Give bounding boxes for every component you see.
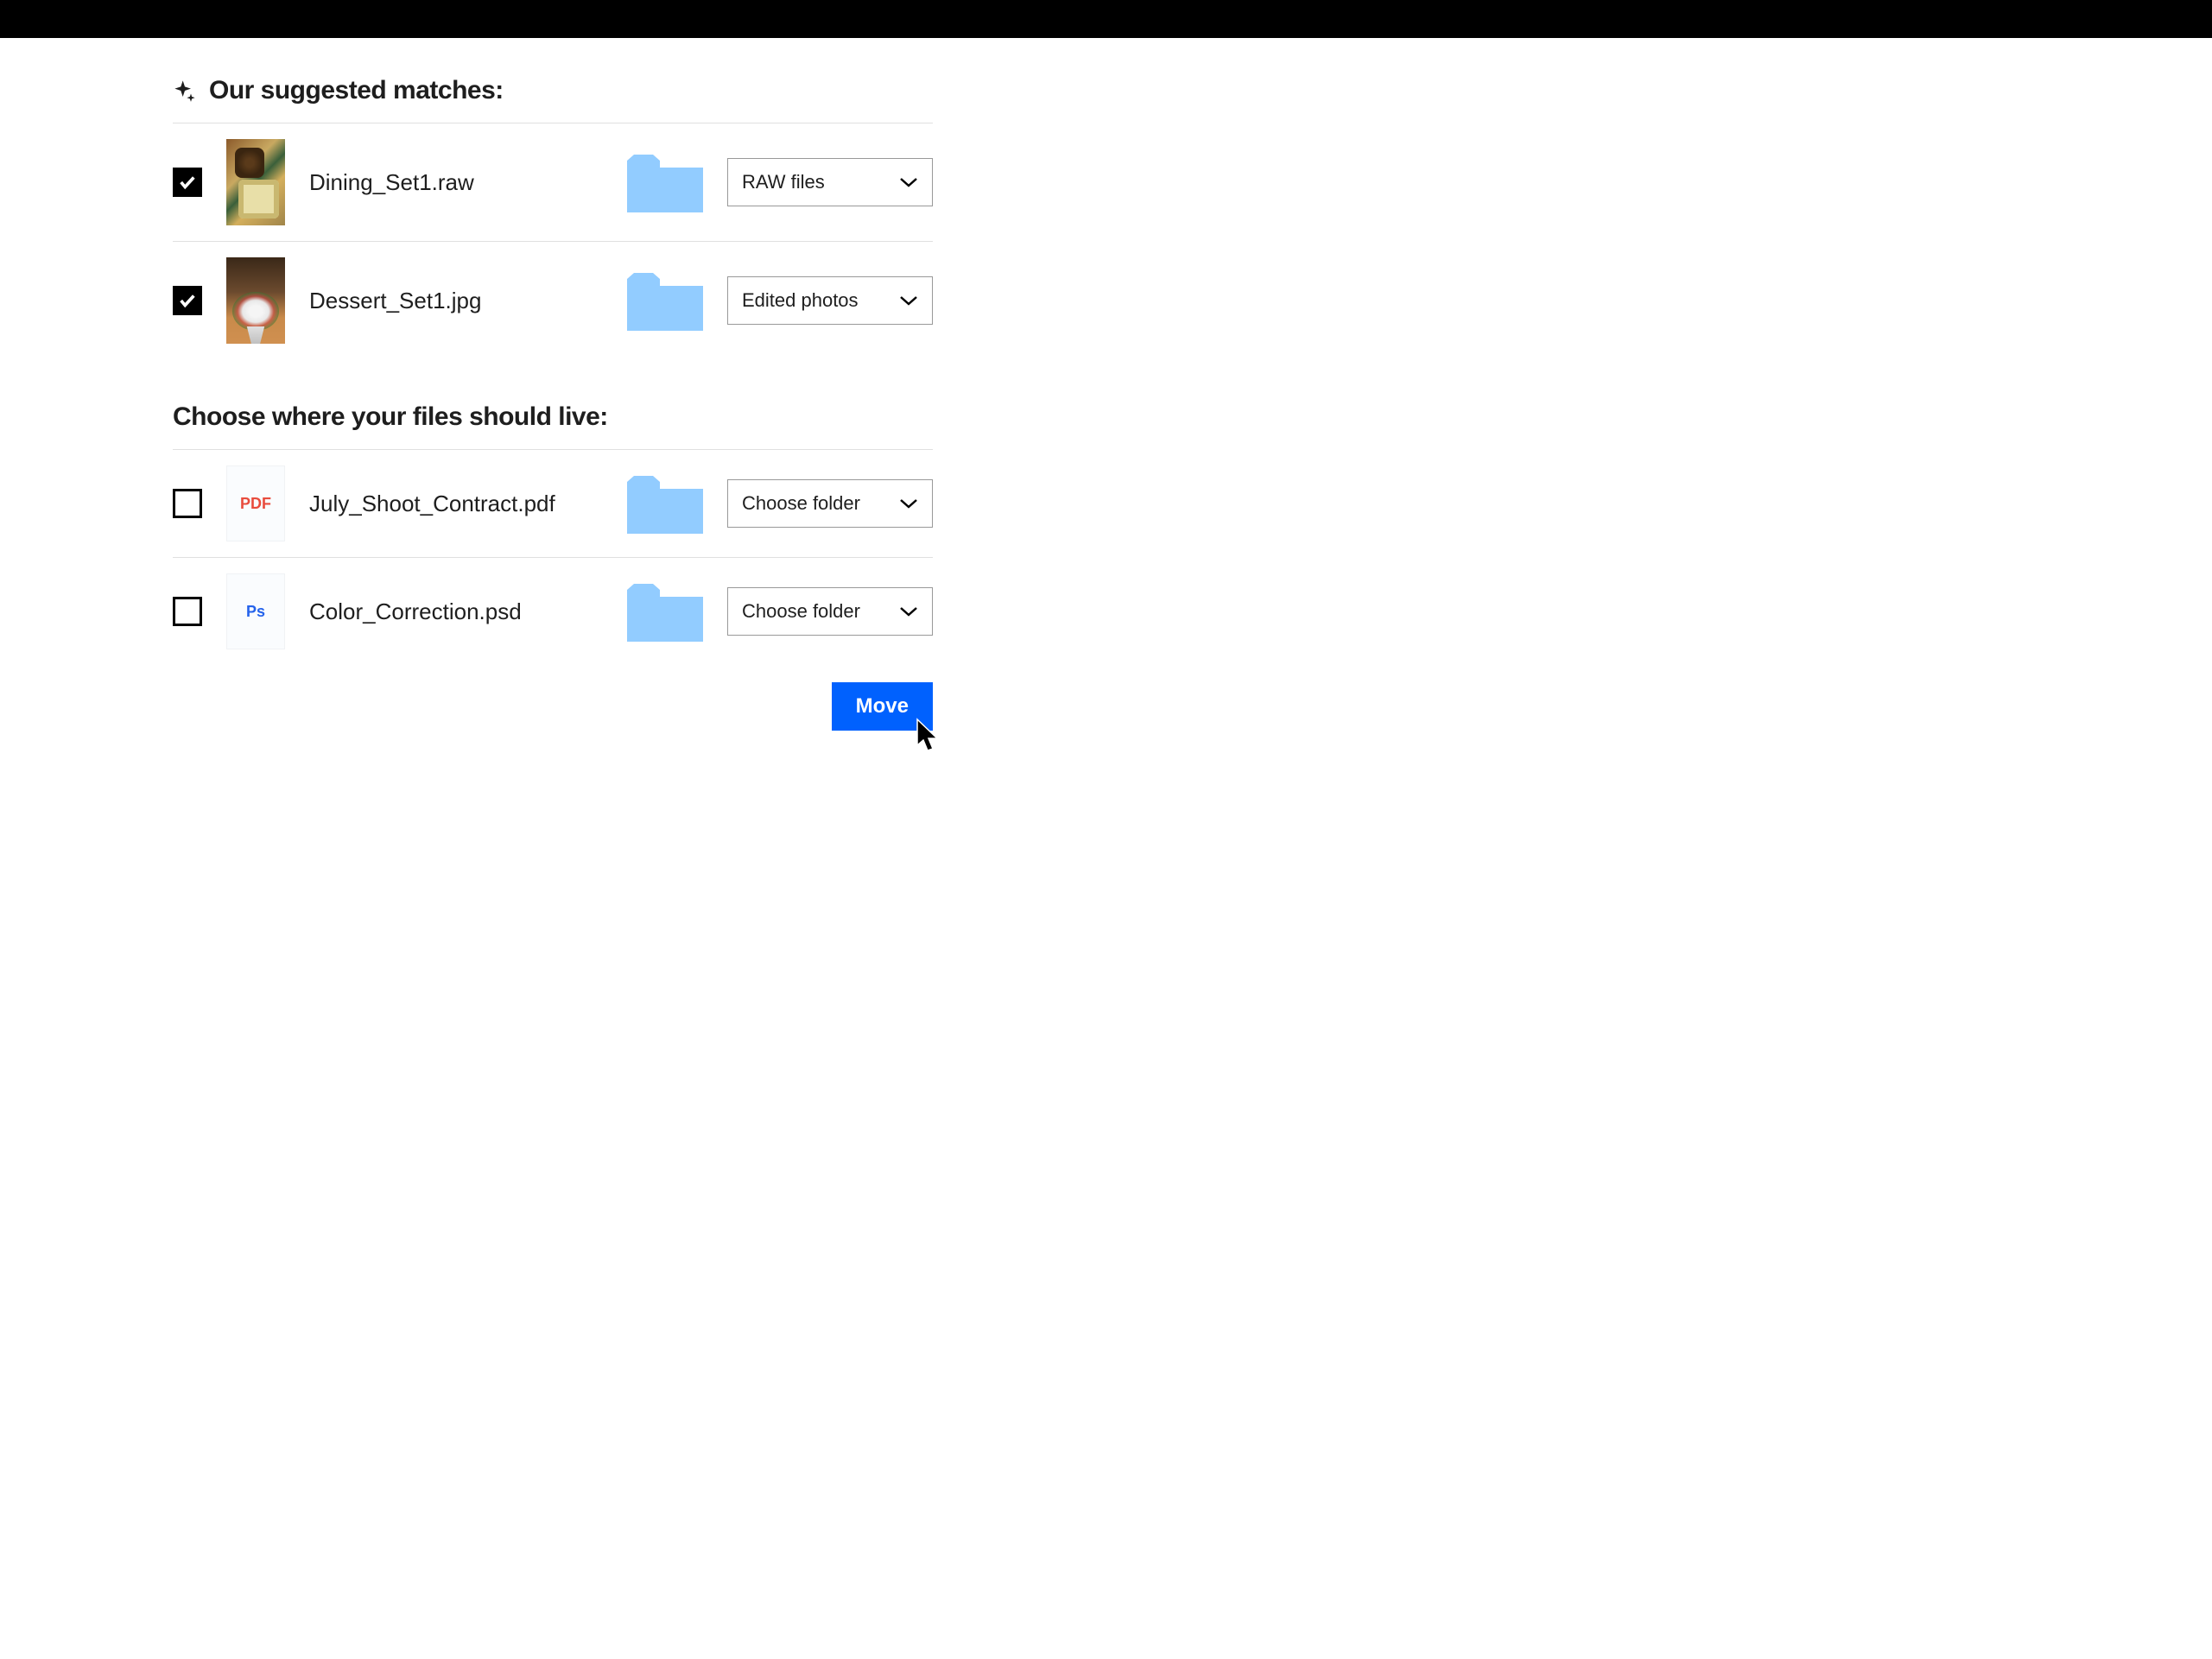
sparkle-icon xyxy=(173,79,197,103)
top-black-bar xyxy=(0,0,2212,38)
chevron-down-icon xyxy=(899,498,918,509)
file-row: Ps Color_Correction.psd Choose folder xyxy=(173,558,933,665)
folder-icon xyxy=(627,473,703,534)
move-button-label: Move xyxy=(856,694,909,718)
file-name: Dining_Set1.raw xyxy=(309,169,603,196)
row-checkbox[interactable] xyxy=(173,597,202,626)
folder-dropdown-label: Choose folder xyxy=(742,600,860,623)
chevron-down-icon xyxy=(899,177,918,187)
file-type-icon: Ps xyxy=(226,573,285,649)
folder-dropdown[interactable]: Choose folder xyxy=(727,479,933,528)
folder-dropdown[interactable]: Edited photos xyxy=(727,276,933,325)
row-checkbox[interactable] xyxy=(173,168,202,197)
folder-dropdown[interactable]: Choose folder xyxy=(727,587,933,636)
folder-icon xyxy=(627,152,703,212)
file-type-label: Ps xyxy=(246,603,265,621)
file-row: PDF July_Shoot_Contract.pdf Choose folde… xyxy=(173,450,933,558)
folder-dropdown[interactable]: RAW files xyxy=(727,158,933,206)
file-row: Dining_Set1.raw RAW files xyxy=(173,123,933,242)
choose-title: Choose where your files should live: xyxy=(173,402,608,432)
folder-icon xyxy=(627,581,703,642)
folder-dropdown-label: Choose folder xyxy=(742,492,860,515)
cursor-icon xyxy=(914,718,945,762)
row-checkbox[interactable] xyxy=(173,286,202,315)
file-name: Dessert_Set1.jpg xyxy=(309,288,603,314)
suggested-title: Our suggested matches: xyxy=(209,76,504,105)
file-type-label: PDF xyxy=(240,495,271,513)
main-container: Our suggested matches: Dining_Set1.raw R… xyxy=(173,38,933,731)
check-icon xyxy=(178,173,197,192)
check-icon xyxy=(178,291,197,310)
file-row: Dessert_Set1.jpg Edited photos xyxy=(173,242,933,359)
move-button[interactable]: Move xyxy=(832,682,933,731)
folder-icon xyxy=(627,270,703,331)
chevron-down-icon xyxy=(899,295,918,306)
choose-section-header: Choose where your files should live: xyxy=(173,359,933,450)
chevron-down-icon xyxy=(899,606,918,617)
file-name: Color_Correction.psd xyxy=(309,598,603,625)
suggested-section-header: Our suggested matches: xyxy=(173,76,933,123)
file-thumbnail xyxy=(226,257,285,344)
actions-bar: Move xyxy=(173,665,933,731)
file-name: July_Shoot_Contract.pdf xyxy=(309,491,603,517)
folder-dropdown-label: Edited photos xyxy=(742,289,859,312)
file-thumbnail xyxy=(226,139,285,225)
row-checkbox[interactable] xyxy=(173,489,202,518)
folder-dropdown-label: RAW files xyxy=(742,171,825,193)
file-type-icon: PDF xyxy=(226,465,285,541)
